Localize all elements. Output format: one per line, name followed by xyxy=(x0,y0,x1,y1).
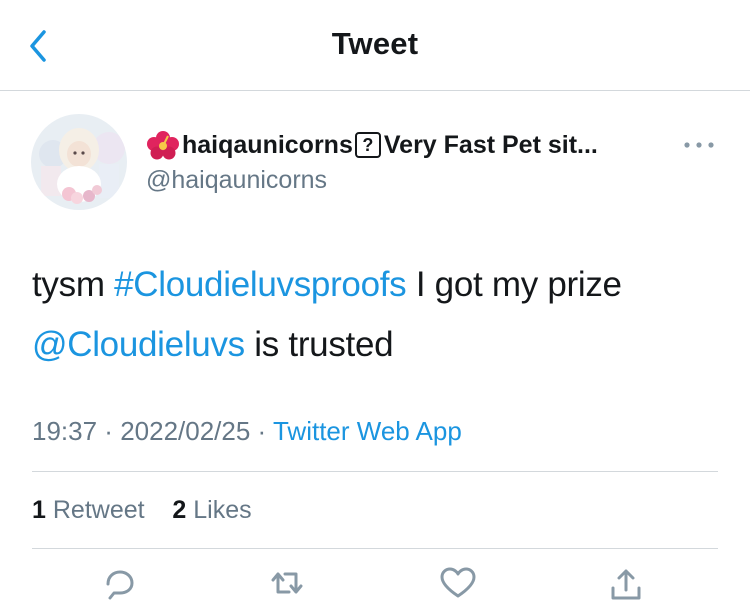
meta-separator: · xyxy=(97,416,121,446)
retweets-label: Retweet xyxy=(52,496,145,524)
user-handle[interactable]: @haiqaunicorns xyxy=(146,166,327,195)
ellipsis-icon[interactable] xyxy=(682,137,716,153)
tweet-source-link[interactable]: Twitter Web App xyxy=(273,416,462,446)
tweet-stats: 1 Retweet 2 Likes xyxy=(32,496,252,525)
display-name[interactable]: haiqaunicorns ? Very Fast Pet sit... xyxy=(146,130,666,160)
tweet-text-part: is trusted xyxy=(244,325,394,364)
share-icon[interactable] xyxy=(606,566,646,600)
avatar-image-icon xyxy=(31,114,127,210)
tweet-time: 19:37 xyxy=(32,416,98,446)
likes-stat[interactable]: 2 Likes xyxy=(172,496,251,524)
top-bar: Tweet xyxy=(0,0,750,91)
divider xyxy=(32,548,718,549)
hibiscus-icon xyxy=(147,131,179,160)
unknown-glyph-icon: ? xyxy=(354,132,381,158)
mention-link[interactable]: @Cloudieluvs xyxy=(32,325,245,364)
reply-icon[interactable] xyxy=(100,566,140,600)
heart-icon[interactable] xyxy=(438,566,478,600)
display-name-text: haiqaunicorns xyxy=(182,130,353,159)
retweet-icon[interactable] xyxy=(267,566,307,600)
display-name-suffix: Very Fast Pet sit... xyxy=(383,130,598,159)
tweet-text-part: tysm xyxy=(32,265,115,304)
divider xyxy=(32,471,718,472)
tweet-text: tysm #Cloudieluvsproofs I got my prize @… xyxy=(32,255,722,375)
tweet-meta: 19:37 · 2022/02/25 · Twitter Web App xyxy=(32,416,462,447)
hashtag-link[interactable]: #Cloudieluvsproofs xyxy=(114,265,407,304)
retweets-count: 1 xyxy=(32,496,46,524)
retweets-stat[interactable]: 1 Retweet xyxy=(32,496,145,524)
likes-label: Likes xyxy=(193,496,252,524)
avatar[interactable] xyxy=(31,114,127,210)
likes-count: 2 xyxy=(172,496,187,524)
tweet-date: 2022/02/25 xyxy=(120,416,251,446)
meta-separator: · xyxy=(250,416,273,446)
page-title: Tweet xyxy=(331,26,419,61)
tweet-text-part: I got my prize xyxy=(406,265,622,304)
